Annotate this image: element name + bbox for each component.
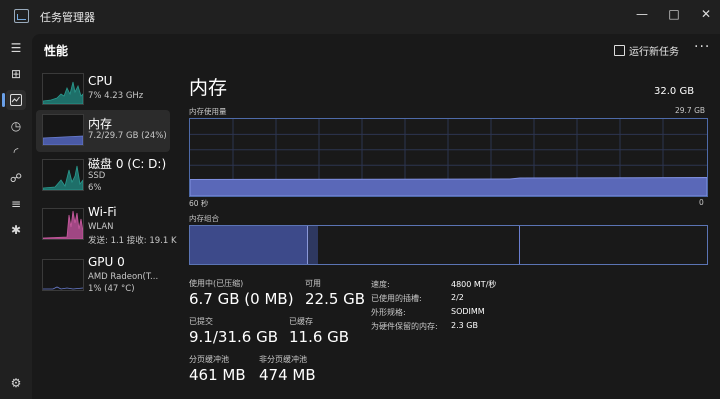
device-name: GPU 0 xyxy=(88,255,125,269)
memory-thumbnail-graph xyxy=(42,114,84,146)
slots-label: 已使用的插槽: xyxy=(371,294,422,303)
composition-label: 内存组合 xyxy=(189,214,219,223)
cached-value: 11.6 GB xyxy=(289,328,350,346)
composition-standby xyxy=(317,226,520,264)
maximize-button[interactable]: □ xyxy=(662,4,686,24)
in-use-value: 6.7 GB (0 MB) xyxy=(189,290,294,308)
device-detail: 7.2/29.7 GB (24%) xyxy=(88,131,167,141)
active-indicator xyxy=(2,93,5,107)
users-icon[interactable]: ☍ xyxy=(6,168,26,188)
time-axis-right: 0 xyxy=(699,198,704,207)
hamburger-icon[interactable]: ☰ xyxy=(6,38,26,58)
settings-icon[interactable]: ⚙ xyxy=(6,373,26,393)
paged-pool-value: 461 MB xyxy=(189,366,246,384)
wifi-thumbnail-graph xyxy=(42,208,84,240)
task-manager-app-icon xyxy=(14,9,29,23)
available-value: 22.5 GB xyxy=(305,290,366,308)
more-options-button[interactable]: ··· xyxy=(694,39,710,55)
run-task-icon xyxy=(614,45,625,56)
speed-value: 4800 MT/秒 xyxy=(451,280,497,289)
run-new-task-button[interactable]: 运行新任务 xyxy=(629,43,679,58)
time-axis-left: 60 秒 xyxy=(189,199,209,208)
reserved-label: 为硬件保留的内存: xyxy=(371,322,438,331)
reserved-value: 2.3 GB xyxy=(451,321,478,330)
nonpaged-pool-value: 474 MB xyxy=(259,366,316,384)
processes-icon[interactable]: ⊞ xyxy=(6,64,26,84)
usage-max: 29.7 GB xyxy=(675,106,706,115)
usage-label: 内存使用量 xyxy=(189,107,227,116)
details-icon[interactable]: ≡ xyxy=(6,194,26,214)
device-detail: SSD xyxy=(88,171,106,181)
form-factor-value: SODIMM xyxy=(451,307,485,316)
cpu-thumbnail-graph xyxy=(42,73,84,105)
device-detail: 7% 4.23 GHz xyxy=(88,91,144,101)
page-title: 性能 xyxy=(44,44,69,58)
device-name: 磁盘 0 (C: D:) xyxy=(88,157,167,171)
title-bar: 任务管理器 — □ ✕ xyxy=(0,0,720,34)
device-detail: WLAN xyxy=(88,222,114,232)
disk-thumbnail-graph xyxy=(42,159,84,191)
startup-icon[interactable]: ◜ xyxy=(6,142,26,162)
device-name: CPU xyxy=(88,74,113,88)
window-title: 任务管理器 xyxy=(40,11,95,24)
services-icon[interactable]: ✱ xyxy=(6,220,26,240)
history-icon[interactable]: ◷ xyxy=(6,116,26,136)
device-name: Wi-Fi xyxy=(88,205,117,219)
navigation-rail: ☰ ⊞ ◷ ◜ ☍ ≡ ✱ ⚙ xyxy=(0,34,32,399)
device-detail-secondary: 发送: 1.1 接收: 19.1 K xyxy=(88,236,177,246)
speed-label: 速度: xyxy=(371,280,390,289)
device-detail-secondary: 6% xyxy=(88,183,102,193)
device-detail: AMD Radeon(T... xyxy=(88,272,159,282)
device-name: 内存 xyxy=(88,117,113,131)
form-factor-label: 外形规格: xyxy=(371,308,406,317)
slots-value: 2/2 xyxy=(451,293,464,302)
gpu-thumbnail-graph xyxy=(42,259,84,291)
memory-composition-bar xyxy=(189,225,708,265)
memory-usage-graph xyxy=(189,118,708,197)
minimize-button[interactable]: — xyxy=(630,4,654,24)
performance-icon[interactable] xyxy=(6,90,26,110)
in-use-label: 使用中(已压缩) xyxy=(189,279,244,288)
memory-total: 32.0 GB xyxy=(654,86,695,97)
cached-label: 已缓存 xyxy=(289,317,313,326)
device-detail-secondary: 1% (47 °C) xyxy=(88,284,135,294)
nonpaged-pool-label: 非分页缓冲池 xyxy=(259,355,307,364)
paged-pool-label: 分页缓冲池 xyxy=(189,355,229,364)
memory-heading: 内存 xyxy=(189,77,228,99)
committed-value: 9.1/31.6 GB xyxy=(189,328,278,346)
committed-label: 已提交 xyxy=(189,317,213,326)
usage-area xyxy=(190,177,707,196)
composition-in-use xyxy=(190,226,307,264)
available-label: 可用 xyxy=(305,279,321,288)
close-button[interactable]: ✕ xyxy=(694,4,718,24)
